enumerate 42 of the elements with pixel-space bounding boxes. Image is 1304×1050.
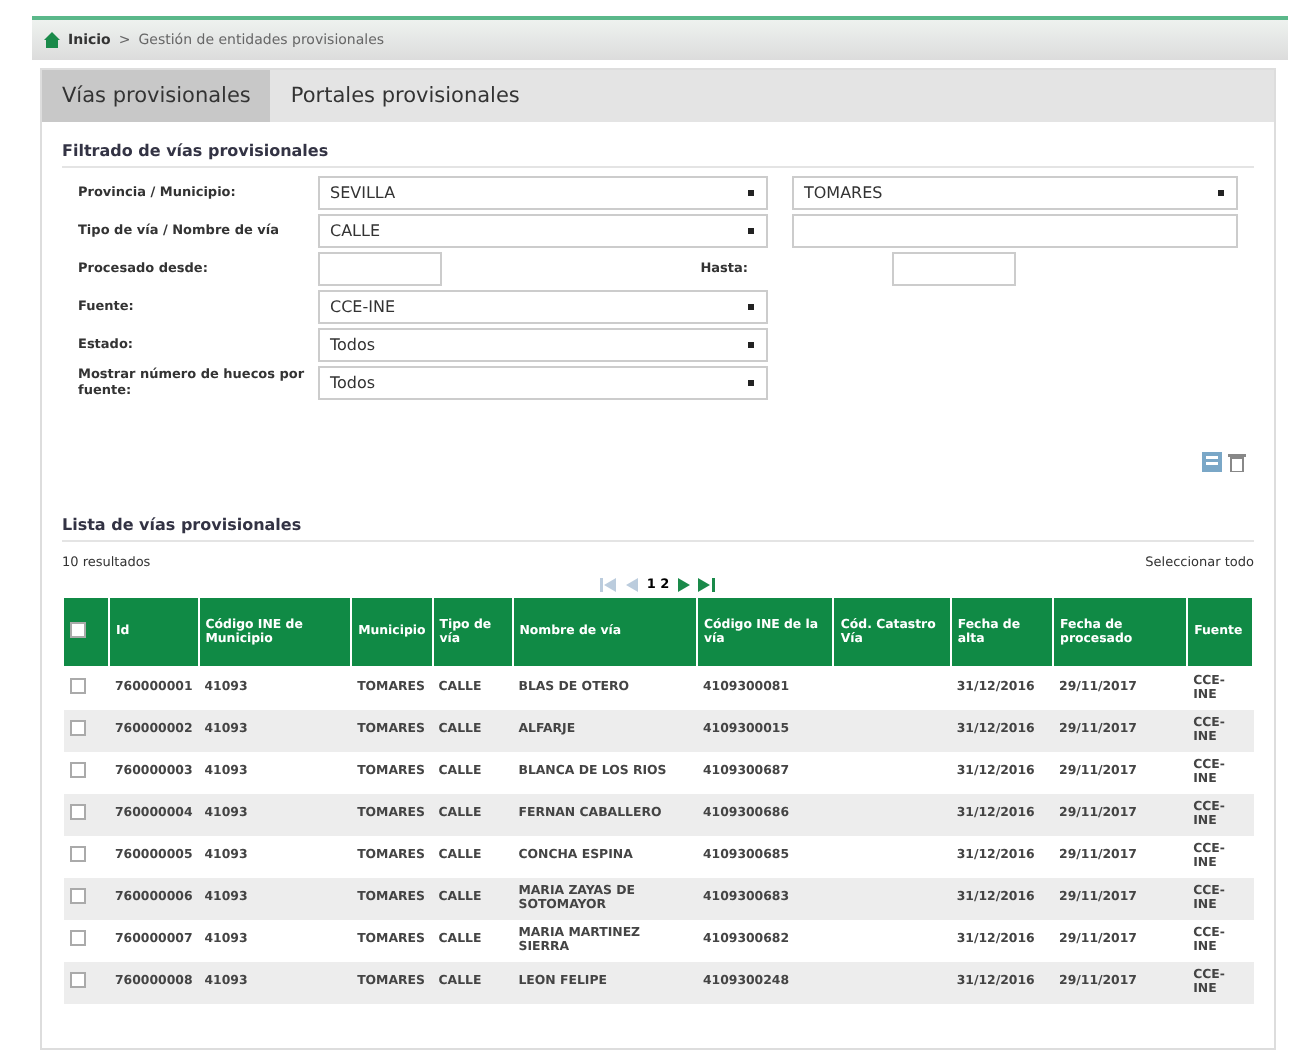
dropdown-value: Todos bbox=[330, 336, 376, 354]
pager-button[interactable] bbox=[697, 577, 716, 591]
select-all-checkbox[interactable] bbox=[70, 621, 86, 638]
dropdown-value: SEVILLA bbox=[330, 184, 396, 202]
dropdown[interactable]: SEVILLA bbox=[318, 176, 768, 210]
section-title: Filtrado de vías provisionales bbox=[62, 134, 1254, 168]
tab[interactable]: Vías provisionales bbox=[42, 70, 271, 122]
row-checkbox[interactable] bbox=[69, 720, 85, 737]
section-title: Lista de vías provisionales bbox=[62, 508, 1254, 542]
dropdown-value: CCE-INE bbox=[330, 298, 396, 316]
dropdown[interactable]: Todos bbox=[318, 366, 768, 400]
row-checkbox[interactable] bbox=[69, 930, 85, 947]
dropdown[interactable]: CALLE bbox=[318, 214, 768, 248]
dropdown-value: Todos bbox=[330, 374, 376, 392]
previous-icon bbox=[626, 577, 639, 591]
pager-button[interactable] bbox=[677, 577, 690, 591]
trash-icon[interactable] bbox=[1228, 452, 1246, 472]
home-icon bbox=[44, 32, 60, 48]
caret-icon bbox=[746, 188, 756, 198]
row-checkbox[interactable] bbox=[69, 846, 85, 863]
row-checkbox[interactable] bbox=[69, 678, 85, 695]
caret-icon bbox=[746, 340, 756, 350]
dropdown[interactable]: TOMARES bbox=[792, 176, 1238, 210]
tab[interactable]: Portales provisionales bbox=[270, 70, 540, 122]
row-checkbox[interactable] bbox=[69, 762, 85, 779]
dropdown[interactable]: Todos bbox=[318, 328, 768, 362]
caret-icon bbox=[746, 226, 756, 236]
dropdown-value: TOMARES bbox=[804, 184, 883, 202]
caret-icon bbox=[746, 302, 756, 312]
dropdown-value: CALLE bbox=[330, 222, 381, 240]
first-page-icon bbox=[600, 577, 619, 591]
caret-icon bbox=[1216, 188, 1226, 198]
dropdown[interactable]: CCE-INE bbox=[318, 290, 768, 324]
next-icon bbox=[677, 577, 690, 591]
row-checkbox[interactable] bbox=[69, 804, 85, 821]
date-field[interactable] bbox=[318, 252, 442, 286]
caret-icon bbox=[746, 378, 756, 388]
date-field[interactable] bbox=[892, 252, 1016, 286]
input-field[interactable] bbox=[792, 214, 1238, 248]
row-checkbox[interactable] bbox=[69, 972, 85, 989]
last-page-icon bbox=[697, 577, 716, 591]
row-checkbox[interactable] bbox=[69, 888, 85, 905]
